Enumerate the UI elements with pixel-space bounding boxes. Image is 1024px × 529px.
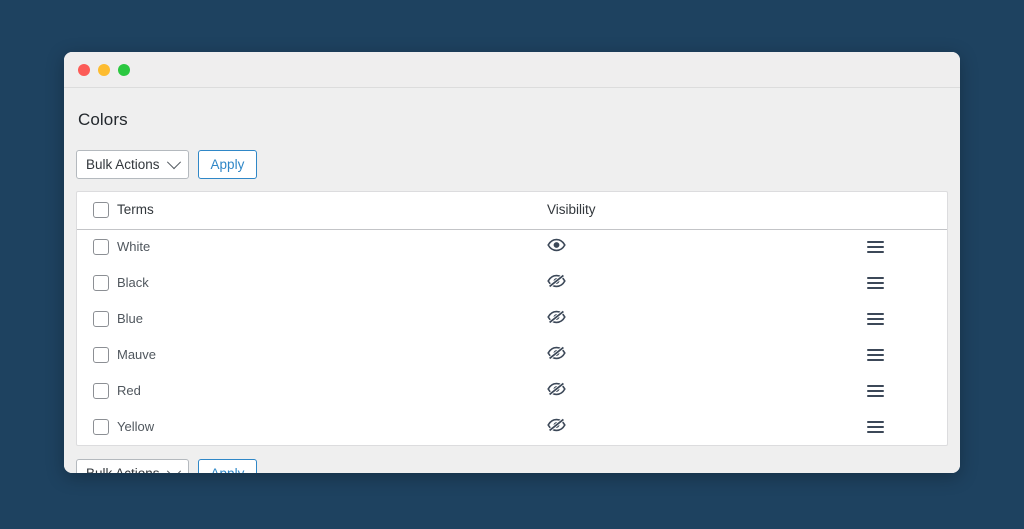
table-row: Red (77, 373, 947, 409)
eye-slash-icon[interactable] (547, 381, 566, 401)
row-checkbox-cell (77, 373, 117, 409)
row-menu-cell (867, 229, 947, 265)
row-menu-cell (867, 409, 947, 445)
column-header-terms-label: Terms (117, 202, 154, 218)
page-title: Colors (78, 110, 128, 129)
bulk-actions-select-top[interactable]: Bulk Actions (76, 150, 189, 179)
row-visibility-cell (547, 229, 867, 265)
bulk-actions-select-top-label: Bulk Actions (86, 157, 160, 172)
row-menu-cell (867, 337, 947, 373)
apply-button-bottom[interactable]: Apply (197, 459, 258, 473)
row-checkbox-cell (77, 229, 117, 265)
term-name: Mauve (117, 347, 157, 362)
table-body: White Black Blue Mauve Red Yellow (77, 229, 947, 445)
chevron-down-icon (166, 154, 181, 169)
row-term-cell: Mauve (117, 337, 547, 373)
row-visibility-cell (547, 337, 867, 373)
maximize-button[interactable] (118, 63, 130, 76)
row-visibility-cell (547, 409, 867, 445)
row-checkbox[interactable] (93, 347, 109, 363)
select-all-checkbox[interactable] (93, 202, 109, 219)
row-term-cell: Black (117, 265, 547, 301)
eye-slash-icon[interactable] (547, 417, 566, 437)
table-row: Blue (77, 301, 947, 337)
table-header-row: Terms Visibility (77, 192, 947, 229)
eye-slash-icon[interactable] (547, 345, 566, 365)
row-term-cell: Red (117, 373, 547, 409)
hamburger-menu-icon[interactable] (867, 418, 884, 436)
row-term-cell: Blue (117, 301, 547, 337)
eye-slash-icon[interactable] (547, 309, 566, 329)
apply-button-top[interactable]: Apply (197, 150, 258, 179)
chevron-down-icon (166, 463, 181, 473)
table-header: Terms Visibility (77, 192, 947, 229)
window-titlebar (64, 52, 960, 88)
row-menu-cell (867, 301, 947, 337)
bulk-actions-select-bottom-label: Bulk Actions (86, 466, 160, 473)
row-checkbox[interactable] (93, 239, 109, 256)
eye-slash-icon[interactable] (547, 273, 566, 293)
column-header-visibility-label: Visibility (547, 202, 596, 218)
terms-table: Terms Visibility White Black Blue Mauve Red Y… (77, 192, 947, 445)
page-content: Colors Bulk Actions Apply Terms Visibili… (64, 88, 960, 473)
app-window: Colors Bulk Actions Apply Terms Visibili… (64, 52, 960, 473)
term-name: Yellow (117, 419, 155, 434)
row-term-cell: Yellow (117, 409, 547, 445)
table-row: White (77, 229, 947, 265)
row-term-cell: White (117, 229, 547, 265)
bulk-actions-select-bottom[interactable]: Bulk Actions (76, 459, 189, 473)
row-checkbox-cell (77, 301, 117, 337)
column-header-visibility: Visibility (547, 192, 867, 229)
eye-icon[interactable] (547, 238, 566, 257)
row-visibility-cell (547, 265, 867, 301)
hamburger-menu-icon[interactable] (867, 382, 884, 400)
hamburger-menu-icon[interactable] (867, 238, 884, 256)
term-name: White (117, 239, 151, 255)
row-checkbox[interactable] (93, 311, 109, 327)
term-name: Red (117, 383, 141, 398)
row-visibility-cell (547, 373, 867, 409)
row-checkbox-cell (77, 337, 117, 373)
hamburger-menu-icon[interactable] (867, 346, 884, 364)
row-checkbox[interactable] (93, 419, 109, 435)
table-row: Black (77, 265, 947, 301)
bulk-actions-bar-top: Bulk Actions Apply (76, 150, 948, 179)
terms-table-container: Terms Visibility White Black Blue Mauve Red Y… (76, 191, 948, 446)
close-button[interactable] (78, 63, 90, 76)
bulk-actions-bar-bottom: Bulk Actions Apply (76, 459, 948, 473)
hamburger-menu-icon[interactable] (867, 310, 884, 328)
row-menu-cell (867, 373, 947, 409)
column-header-terms: Terms (117, 192, 547, 229)
row-menu-cell (867, 265, 947, 301)
row-checkbox-cell (77, 265, 117, 301)
hamburger-menu-icon[interactable] (867, 274, 884, 292)
row-checkbox-cell (77, 409, 117, 445)
minimize-button[interactable] (98, 63, 110, 76)
row-checkbox[interactable] (93, 275, 109, 291)
term-name: Black (117, 275, 149, 290)
table-row: Yellow (77, 409, 947, 445)
column-header-menu (867, 192, 947, 229)
row-visibility-cell (547, 301, 867, 337)
select-all-cell (77, 192, 117, 229)
row-checkbox[interactable] (93, 383, 109, 399)
term-name: Blue (117, 311, 144, 326)
table-row: Mauve (77, 337, 947, 373)
